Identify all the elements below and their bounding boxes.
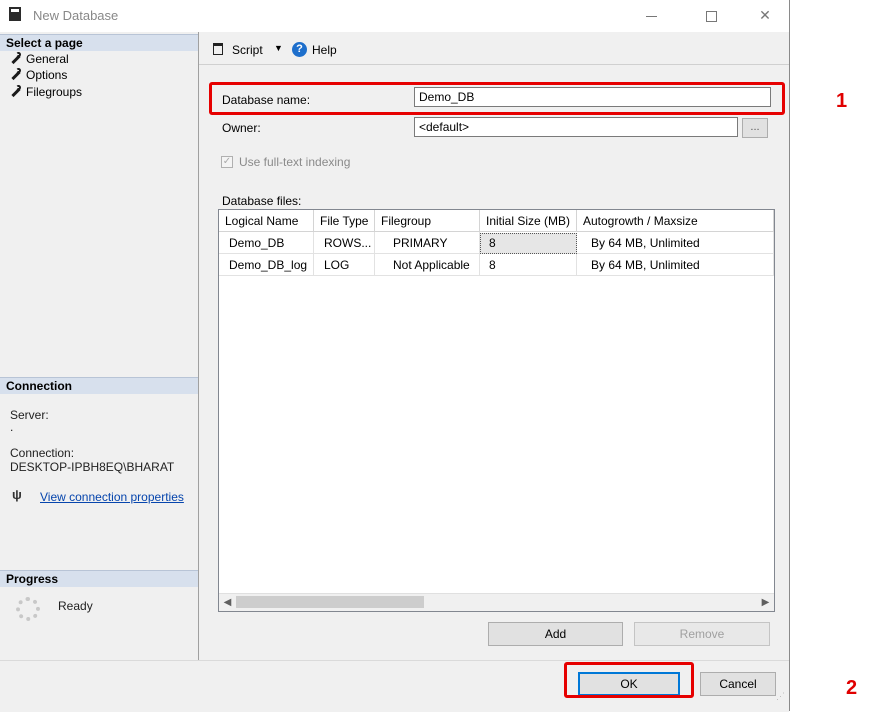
scrollbar-thumb[interactable] <box>236 596 424 608</box>
annotation-step-1: 1 <box>836 90 848 112</box>
page-item-label: Filegroups <box>26 85 83 99</box>
wrench-icon <box>10 52 22 64</box>
progress-spinner-icon <box>16 597 40 621</box>
page-item-label: Options <box>26 68 68 82</box>
help-icon[interactable]: ? <box>292 42 307 57</box>
table-cell[interactable]: PRIMARY <box>375 232 480 254</box>
view-connection-properties-link[interactable]: View connection properties <box>40 490 184 504</box>
connection-header: Connection <box>0 377 198 394</box>
scroll-right-icon[interactable]: ▶ <box>757 594 774 611</box>
wrench-icon <box>10 68 22 80</box>
table-cell[interactable]: 8 <box>480 254 577 276</box>
annotation-step-2: 2 <box>846 677 858 699</box>
wrench-icon <box>10 85 22 97</box>
column-header-file-type[interactable]: File Type <box>314 210 375 232</box>
add-button[interactable]: Add <box>488 622 623 646</box>
server-label: Server: <box>10 408 49 422</box>
close-icon: ✕ <box>759 7 771 23</box>
progress-status: Ready <box>58 599 93 613</box>
page-item-general[interactable]: General <box>10 52 69 66</box>
minimize-button[interactable] <box>628 0 674 30</box>
connection-label: Connection: <box>10 446 75 460</box>
window-title: New Database <box>33 8 119 23</box>
fulltext-label: Use full-text indexing <box>239 155 351 169</box>
horizontal-scrollbar[interactable]: ◀ ▶ <box>219 593 774 611</box>
column-header-autogrowth[interactable]: Autogrowth / Maxsize <box>577 210 774 232</box>
database-name-highlight <box>209 82 785 115</box>
script-icon[interactable] <box>213 43 223 55</box>
table-cell[interactable]: By 64 MB, Unlimited <box>577 232 774 254</box>
server-value: . <box>10 420 14 434</box>
progress-header: Progress <box>0 570 198 587</box>
page-item-label: General <box>26 52 69 66</box>
table-cell[interactable]: Demo_DB_log <box>219 254 314 276</box>
column-header-logical-name[interactable]: Logical Name <box>219 210 314 232</box>
cancel-button[interactable]: Cancel <box>700 672 776 696</box>
new-database-window: New Database ✕ Select a page General Opt… <box>0 0 790 712</box>
page-item-filegroups[interactable]: Filegroups <box>10 85 82 99</box>
owner-input[interactable] <box>414 117 738 137</box>
fulltext-checkbox[interactable]: ✓ <box>221 156 233 168</box>
page-item-options[interactable]: Options <box>10 68 67 82</box>
close-button[interactable]: ✕ <box>742 0 788 30</box>
chevron-down-icon[interactable]: ▼ <box>274 43 283 53</box>
database-files-grid[interactable]: Logical Name File Type Filegroup Initial… <box>218 209 775 612</box>
plug-icon: ψ <box>12 487 22 502</box>
help-button[interactable]: Help <box>312 43 337 57</box>
table-cell[interactable]: LOG <box>314 254 375 276</box>
connection-value: DESKTOP-IPBH8EQ\BHARAT <box>10 460 175 474</box>
table-cell[interactable]: By 64 MB, Unlimited <box>577 254 774 276</box>
table-cell[interactable]: Demo_DB <box>219 232 314 254</box>
script-button[interactable]: Script <box>232 43 263 57</box>
initial-size-cell-selected[interactable]: 8 <box>480 233 577 254</box>
owner-label: Owner: <box>222 121 261 135</box>
database-files-label: Database files: <box>222 194 302 208</box>
ok-button-highlight <box>564 662 694 698</box>
app-icon <box>9 7 21 21</box>
remove-button[interactable]: Remove <box>634 622 770 646</box>
toolbar: Script ▼ ? Help <box>199 32 789 65</box>
maximize-button[interactable] <box>688 0 734 30</box>
resize-grip-icon[interactable]: ⋰ <box>776 692 786 704</box>
minimize-icon <box>645 15 657 17</box>
owner-browse-button[interactable]: ... <box>742 118 768 138</box>
column-header-filegroup[interactable]: Filegroup <box>375 210 480 232</box>
select-page-header: Select a page <box>0 34 198 51</box>
left-pane: Select a page General Options Filegroups… <box>0 32 199 660</box>
title-bar: New Database ✕ <box>0 0 789 32</box>
maximize-icon <box>705 10 717 22</box>
table-cell[interactable]: ROWS... <box>314 232 375 254</box>
scroll-left-icon[interactable]: ◀ <box>219 594 236 611</box>
column-header-initial-size[interactable]: Initial Size (MB) <box>480 210 577 232</box>
table-cell[interactable]: Not Applicable <box>375 254 480 276</box>
